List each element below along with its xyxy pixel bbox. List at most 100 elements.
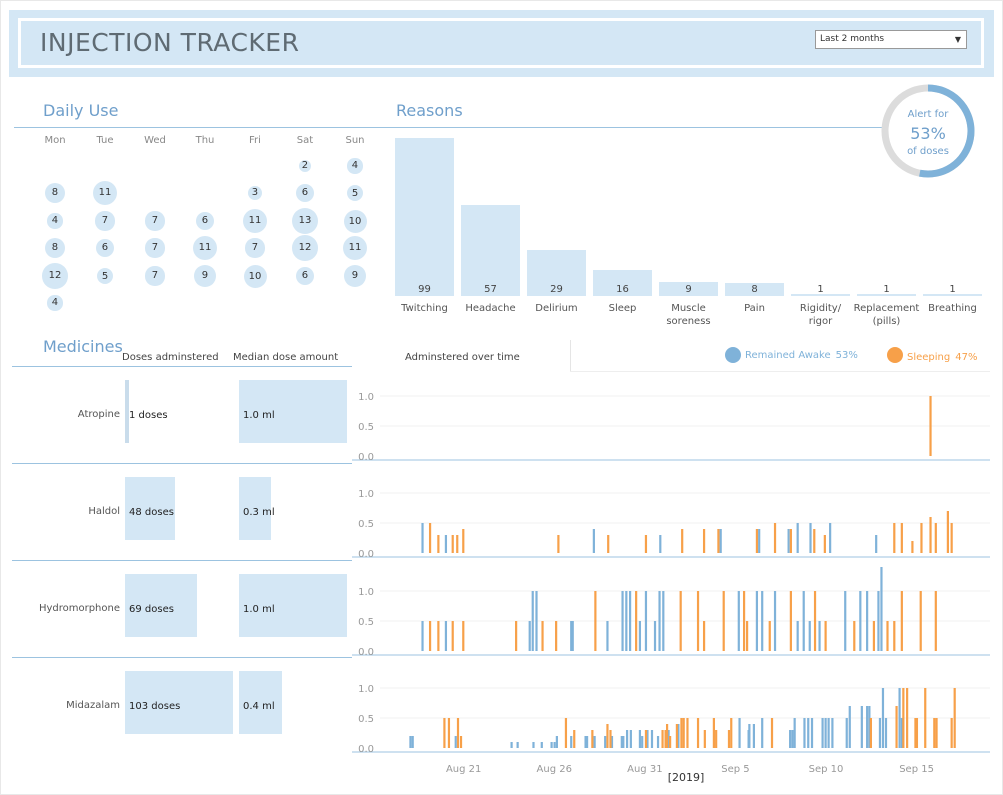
dose-bar-sleeping[interactable]	[644, 535, 648, 553]
dose-bar-sleeping[interactable]	[557, 535, 560, 553]
dose-bar-awake[interactable]	[516, 742, 519, 748]
dose-bar-awake[interactable]	[791, 730, 794, 748]
dose-bar-awake[interactable]	[818, 621, 821, 651]
dose-bar-awake[interactable]	[809, 523, 812, 553]
dose-bar-awake[interactable]	[653, 621, 657, 651]
dose-bar-awake[interactable]	[884, 718, 888, 748]
dose-bar-awake[interactable]	[555, 736, 558, 748]
dose-bar-sleeping[interactable]	[712, 718, 715, 748]
dose-bar-awake[interactable]	[829, 523, 832, 553]
dose-bar-sleeping[interactable]	[953, 688, 956, 748]
dose-bar-awake[interactable]	[540, 742, 543, 748]
dose-bar-awake[interactable]	[737, 591, 740, 651]
day-count[interactable]: 4	[47, 295, 63, 311]
dose-bar-sleeping[interactable]	[742, 591, 746, 651]
dose-bar-sleeping[interactable]	[591, 730, 594, 748]
day-count[interactable]: 7	[145, 238, 165, 258]
dose-bar-awake[interactable]	[444, 621, 448, 651]
dose-bar-awake[interactable]	[571, 621, 574, 651]
dose-bar-sleeping[interactable]	[703, 730, 706, 748]
dose-bar-sleeping[interactable]	[929, 517, 932, 553]
dose-bar-sleeping[interactable]	[680, 718, 683, 748]
dose-bar-awake[interactable]	[796, 621, 799, 651]
day-count[interactable]: 9	[194, 265, 216, 287]
dose-bar-sleeping[interactable]	[823, 535, 826, 553]
dose-bar-awake[interactable]	[629, 591, 632, 651]
dose-bar-sleeping[interactable]	[813, 591, 817, 651]
dose-bar-awake[interactable]	[866, 706, 869, 748]
dose-bar-sleeping[interactable]	[824, 621, 827, 651]
dose-bar-sleeping[interactable]	[661, 730, 664, 748]
dose-bar-sleeping[interactable]	[934, 523, 937, 553]
dose-bar-awake[interactable]	[738, 718, 741, 748]
dose-bar-sleeping[interactable]	[915, 718, 919, 748]
dose-bar-awake[interactable]	[810, 718, 814, 748]
dose-bar-awake[interactable]	[641, 736, 644, 748]
dose-bar-awake[interactable]	[454, 736, 457, 748]
dose-bar-awake[interactable]	[787, 529, 790, 553]
dose-bar-sleeping[interactable]	[428, 621, 432, 651]
dose-bar-sleeping[interactable]	[594, 591, 597, 651]
dose-bar-awake[interactable]	[803, 718, 806, 748]
dose-bar-awake[interactable]	[421, 621, 424, 651]
dose-bar-sleeping[interactable]	[675, 724, 679, 748]
dose-bar-awake[interactable]	[570, 736, 573, 748]
dose-bar-sleeping[interactable]	[717, 529, 720, 553]
dose-bar-sleeping[interactable]	[929, 396, 932, 456]
day-count[interactable]: 4	[347, 158, 363, 174]
dose-bar-sleeping[interactable]	[437, 535, 440, 553]
dose-bar-awake[interactable]	[621, 591, 624, 651]
day-count[interactable]: 10	[343, 209, 367, 233]
dose-bar-awake[interactable]	[719, 529, 722, 553]
dose-bar-sleeping[interactable]	[768, 621, 771, 651]
dose-bar-sleeping[interactable]	[428, 523, 432, 553]
dose-bar-awake[interactable]	[444, 535, 448, 553]
dose-bar-sleeping[interactable]	[773, 523, 777, 553]
dose-bar-awake[interactable]	[644, 591, 648, 651]
dose-bar-sleeping[interactable]	[451, 621, 454, 651]
dose-bar-awake[interactable]	[758, 529, 761, 553]
dose-bar-awake[interactable]	[881, 688, 885, 748]
dose-bar-awake[interactable]	[592, 529, 595, 553]
dose-bar-awake[interactable]	[859, 591, 862, 651]
dose-bar-awake[interactable]	[531, 591, 534, 651]
dose-bar-sleeping[interactable]	[946, 511, 949, 553]
dose-bar-sleeping[interactable]	[722, 591, 725, 651]
dose-bar-awake[interactable]	[878, 718, 882, 748]
dose-bar-sleeping[interactable]	[451, 535, 454, 553]
dose-bar-sleeping[interactable]	[459, 736, 463, 748]
dose-bar-sleeping[interactable]	[682, 718, 685, 748]
dose-bar-sleeping[interactable]	[609, 730, 612, 748]
dose-bar-sleeping[interactable]	[456, 718, 460, 748]
day-count[interactable]: 10	[243, 264, 267, 288]
dose-bar-sleeping[interactable]	[950, 718, 953, 748]
dose-bar-awake[interactable]	[659, 535, 662, 553]
dose-bar-sleeping[interactable]	[872, 621, 876, 651]
dose-bar-awake[interactable]	[773, 591, 777, 651]
dose-bar-awake[interactable]	[550, 742, 553, 748]
dose-bar-awake[interactable]	[748, 724, 751, 748]
dose-bar-sleeping[interactable]	[902, 688, 905, 748]
dose-bar-sleeping[interactable]	[437, 621, 440, 651]
dose-bar-awake[interactable]	[638, 621, 642, 651]
dose-bar-awake[interactable]	[848, 706, 851, 748]
dose-bar-awake[interactable]	[510, 742, 513, 748]
dose-bar-sleeping[interactable]	[573, 730, 576, 748]
day-count[interactable]: 7	[145, 211, 165, 231]
dose-bar-sleeping[interactable]	[462, 621, 465, 651]
day-count[interactable]: 11	[242, 208, 268, 234]
dose-bar-awake[interactable]	[821, 718, 824, 748]
dose-bar-sleeping[interactable]	[727, 730, 731, 748]
day-count[interactable]: 7	[145, 266, 165, 286]
dose-bar-sleeping[interactable]	[869, 718, 872, 748]
dose-bar-sleeping[interactable]	[681, 529, 684, 553]
dose-bar-sleeping[interactable]	[702, 621, 706, 651]
dose-bar-sleeping[interactable]	[934, 591, 937, 651]
day-count[interactable]: 6	[296, 184, 314, 202]
dose-bar-awake[interactable]	[625, 730, 629, 748]
legend-entry[interactable]: Remained Awake 53%	[745, 350, 858, 361]
dose-bar-awake[interactable]	[845, 718, 848, 748]
dose-bar-awake[interactable]	[802, 591, 805, 651]
dose-bar-awake[interactable]	[761, 591, 764, 651]
day-count[interactable]: 11	[192, 235, 218, 261]
